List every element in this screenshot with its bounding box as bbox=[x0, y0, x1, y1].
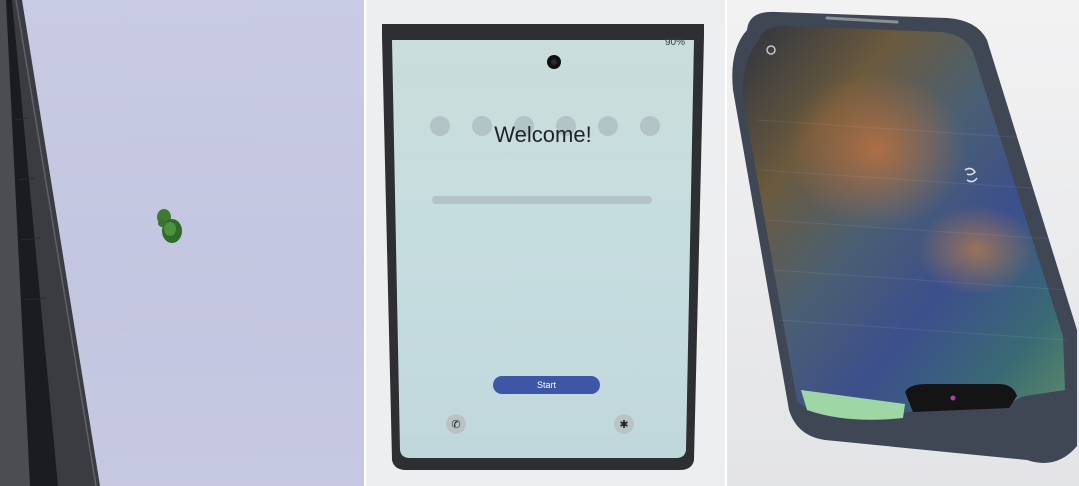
welcome-heading: Welcome! bbox=[494, 122, 592, 147]
phone-icon[interactable]: ✆ bbox=[446, 414, 466, 434]
phone-body-tilted bbox=[732, 11, 1077, 463]
photo-phone-streaked-display bbox=[727, 0, 1079, 486]
photo-screen-closeup bbox=[0, 0, 364, 486]
green-dead-pixel-spot bbox=[157, 209, 182, 243]
photo-phone-welcome: 90% Welcome! Start ✆ ✱ bbox=[366, 0, 725, 486]
phone-body bbox=[382, 24, 704, 470]
accessibility-icon[interactable]: ✱ bbox=[614, 414, 634, 434]
phone-bezel-edge bbox=[0, 0, 100, 486]
status-bar-battery: 90% bbox=[664, 37, 685, 48]
start-button[interactable]: Start bbox=[493, 376, 600, 394]
